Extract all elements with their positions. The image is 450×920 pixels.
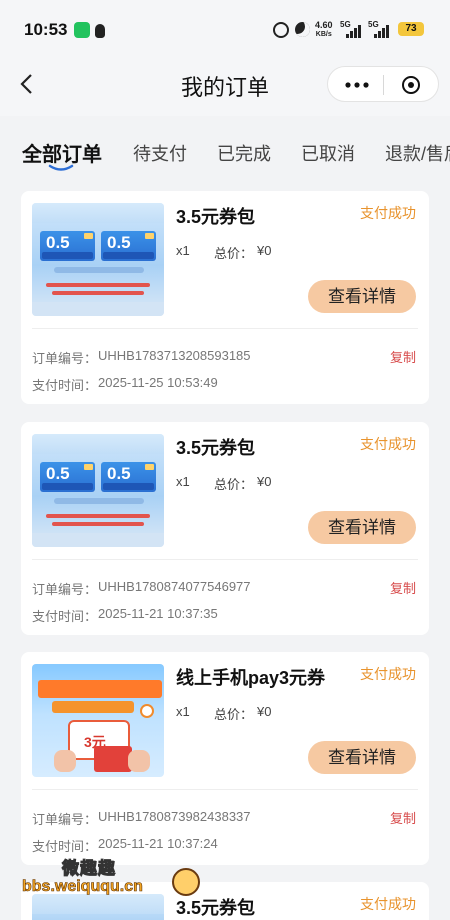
pay-time-label: 支付时间：: [32, 378, 98, 393]
total-label: 总价：: [214, 246, 254, 261]
pay-time: 2025-11-21 10:37:24: [98, 836, 218, 851]
mascot-icon: [172, 868, 200, 896]
total-price: ¥0: [257, 474, 272, 489]
qq-icon: [95, 24, 105, 38]
copy-button[interactable]: 复制: [390, 347, 416, 366]
tab-refund[interactable]: 退款/售后: [385, 140, 450, 166]
order-card: 3元 线上手机pay3元券 支付成功 x1 总价： ¥0 查看详情 订单编号： …: [21, 652, 429, 865]
view-details-button[interactable]: 查看详情: [308, 741, 416, 774]
status-time: 10:53: [24, 20, 68, 39]
total-label: 总价：: [214, 477, 254, 492]
watermark: 微趣趣 bbs.weiququ.cn: [22, 850, 202, 910]
quantity: x1: [176, 474, 190, 489]
order-number: UHHB1780874077546977: [98, 579, 251, 594]
order-number: UHHB1780873982438337: [98, 809, 251, 824]
product-thumbnail[interactable]: 0.5 0.5: [32, 434, 164, 547]
status-badge: 支付成功: [360, 666, 416, 682]
alarm-icon: [273, 22, 289, 38]
signal-1-icon: 5G: [340, 20, 362, 38]
order-card: 0.5 0.5 3.5元券包 支付成功 x1 总价： ¥0 查看详情 订单编号：…: [21, 422, 429, 635]
quantity: x1: [176, 243, 190, 258]
copy-button[interactable]: 复制: [390, 808, 416, 827]
copy-button[interactable]: 复制: [390, 578, 416, 597]
tab-completed[interactable]: 已完成: [217, 140, 271, 166]
status-bar: 10:53 4.60 KB/s 5G 5G 73: [0, 0, 450, 58]
tab-all-orders[interactable]: 全部订单: [22, 138, 102, 167]
order-number-label: 订单编号：: [32, 582, 98, 597]
tab-pending-payment[interactable]: 待支付: [133, 140, 187, 166]
signal-2-icon: 5G: [368, 20, 392, 38]
divider: [32, 559, 418, 560]
pay-time: 2025-11-21 10:37:35: [98, 606, 218, 621]
product-thumbnail[interactable]: 0.5 0.5: [32, 203, 164, 316]
total-price: ¥0: [257, 243, 272, 258]
divider: [32, 789, 418, 790]
network-speed: 4.60 KB/s: [315, 20, 333, 39]
wechat-icon: [74, 22, 90, 38]
tab-active-indicator: [48, 164, 74, 171]
view-details-button[interactable]: 查看详情: [308, 511, 416, 544]
total-price: ¥0: [257, 704, 272, 719]
more-icon[interactable]: [342, 77, 372, 93]
order-tabs: 全部订单 待支付 已完成 已取消 退款/售后: [0, 116, 450, 178]
close-icon[interactable]: [401, 75, 421, 95]
order-number-label: 订单编号：: [32, 812, 98, 827]
pay-time: 2025-11-25 10:53:49: [98, 375, 218, 390]
battery-icon: 73: [398, 22, 424, 36]
capsule-divider: [383, 75, 384, 95]
pay-time-label: 支付时间：: [32, 609, 98, 624]
status-badge: 支付成功: [360, 436, 416, 452]
mini-program-capsule: [327, 66, 439, 102]
order-number-label: 订单编号：: [32, 351, 98, 366]
status-badge: 支付成功: [360, 205, 416, 221]
do-not-disturb-icon: [295, 22, 310, 37]
divider: [32, 328, 418, 329]
order-card: 0.5 0.5 3.5元券包 支付成功 x1 总价： ¥0 查看详情 订单编号：…: [21, 191, 429, 404]
nav-bar: 我的订单: [0, 58, 450, 116]
tab-cancelled[interactable]: 已取消: [301, 140, 355, 166]
status-badge: 支付成功: [360, 896, 416, 912]
total-label: 总价：: [214, 707, 254, 722]
view-details-button[interactable]: 查看详情: [308, 280, 416, 313]
order-number: UHHB1783713208593185: [98, 348, 251, 363]
product-name: 线上手机pay3元券: [176, 668, 326, 688]
quantity: x1: [176, 704, 190, 719]
product-name: 3.5元券包: [176, 438, 256, 458]
product-name: 3.5元券包: [176, 207, 256, 227]
product-thumbnail[interactable]: 3元: [32, 664, 164, 777]
